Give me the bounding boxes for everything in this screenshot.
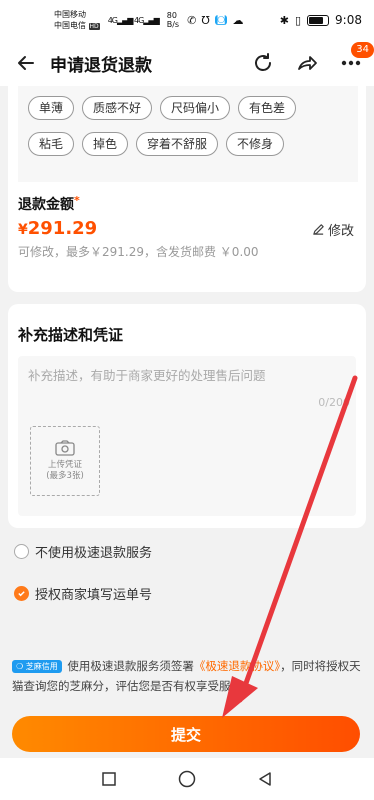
authorize-option[interactable]: 授权商家填写运单号 <box>14 584 152 603</box>
char-count: 0/200 <box>318 396 350 409</box>
fast-refund-option[interactable]: 不使用极速退款服务 <box>14 542 152 561</box>
share-icon[interactable] <box>294 50 320 76</box>
fast-refund-label: 不使用极速退款服务 <box>35 546 153 561</box>
description-input[interactable] <box>28 368 328 383</box>
back-arrow-icon[interactable] <box>10 47 42 79</box>
carrier-1: 中国移动 <box>54 9 86 19</box>
edit-pencil-icon <box>313 224 324 235</box>
reason-tags-area: 单薄 质感不好 尺码偏小 有色差 粘毛 掉色 穿着不舒服 不修身 <box>18 86 358 182</box>
supplement-card: 补充描述和凭证 0/200 上传凭证 (最多3张) <box>8 304 366 528</box>
upload-limit: (最多3张) <box>46 471 84 481</box>
clock: 9:08 <box>335 13 362 27</box>
description-area: 0/200 上传凭证 (最多3张) <box>18 356 356 516</box>
refresh-icon[interactable] <box>250 50 276 76</box>
home-icon[interactable] <box>175 767 199 791</box>
refund-hint: 可修改，最多￥291.29，含发货邮费 ￥0.00 <box>18 245 259 259</box>
back-triangle-icon[interactable] <box>253 767 277 791</box>
more-icon[interactable]: 34 <box>338 42 374 76</box>
required-mark: * <box>74 194 80 207</box>
reason-tag[interactable]: 有色差 <box>238 96 297 120</box>
phone-icon: ✆ <box>187 13 197 27</box>
radio-unchecked-icon[interactable] <box>14 544 29 559</box>
submit-button[interactable]: 提交 <box>12 716 360 752</box>
upload-label: 上传凭证 <box>47 460 82 470</box>
refund-amount: ¥291.29 <box>18 218 98 239</box>
status-bar: 中国移动 中国电信 HD 4G▂▄▆ 4G▂▄▆ 80 B/s ✆ Ʊ ◙ ☁ … <box>0 0 374 40</box>
carrier-2: 中国电信 HD <box>54 20 100 30</box>
reason-tag[interactable]: 掉色 <box>82 132 129 156</box>
message-badge: 34 <box>351 42 374 58</box>
signal-icon: 4G▂▄▆ 4G▂▄▆ <box>107 15 160 25</box>
refund-reason-card: 单薄 质感不好 尺码偏小 有色差 粘毛 掉色 穿着不舒服 不修身 退款金额* ¥… <box>8 86 366 292</box>
reason-tag-row-2: 粘毛 掉色 穿着不舒服 不修身 <box>28 132 285 156</box>
nav-bar: 申请退货退款 34 <box>0 40 374 86</box>
camera-icon <box>55 440 75 456</box>
authorize-label: 授权商家填写运单号 <box>35 588 153 603</box>
net-speed: 80 B/s <box>166 11 180 29</box>
zhima-credit-badge: ❍ 芝麻信用 <box>12 660 62 673</box>
carrier-info: 中国移动 中国电信 HD <box>54 9 100 32</box>
bluetooth-icon: ✱ <box>279 13 289 27</box>
reason-tag[interactable]: 不修身 <box>226 132 285 156</box>
recent-apps-icon[interactable] <box>97 767 121 791</box>
cloud-icon: ☁ <box>232 13 244 27</box>
battery-icon <box>307 14 330 26</box>
reason-tag[interactable]: 单薄 <box>28 96 75 120</box>
vibrate-icon: ▯ <box>294 13 302 27</box>
reason-tag[interactable]: 粘毛 <box>28 132 75 156</box>
reason-tag-row-1: 单薄 质感不好 尺码偏小 有色差 <box>28 96 297 120</box>
radio-checked-icon[interactable] <box>14 586 29 601</box>
page-title: 申请退货退款 <box>50 55 152 76</box>
refund-amount-label: 退款金额* <box>18 194 80 213</box>
app-notification-icon: ◙ <box>214 15 228 25</box>
system-nav-bar <box>0 758 374 800</box>
reason-tag[interactable]: 尺码偏小 <box>160 96 231 120</box>
reason-tag[interactable]: 质感不好 <box>82 96 153 120</box>
tmall-icon: Ʊ <box>201 13 210 27</box>
upload-proof-button[interactable]: 上传凭证 (最多3张) <box>30 426 100 496</box>
fast-refund-notice: ❍ 芝麻信用 使用极速退款服务须签署《极速退款协议》，同时将授权天猫查询您的芝麻… <box>12 659 361 693</box>
agreement-link[interactable]: 《极速退款协议》 <box>194 659 280 673</box>
supplement-title: 补充描述和凭证 <box>18 326 124 344</box>
modify-amount-button[interactable]: 修改 <box>312 220 354 239</box>
reason-tag[interactable]: 穿着不舒服 <box>136 132 219 156</box>
